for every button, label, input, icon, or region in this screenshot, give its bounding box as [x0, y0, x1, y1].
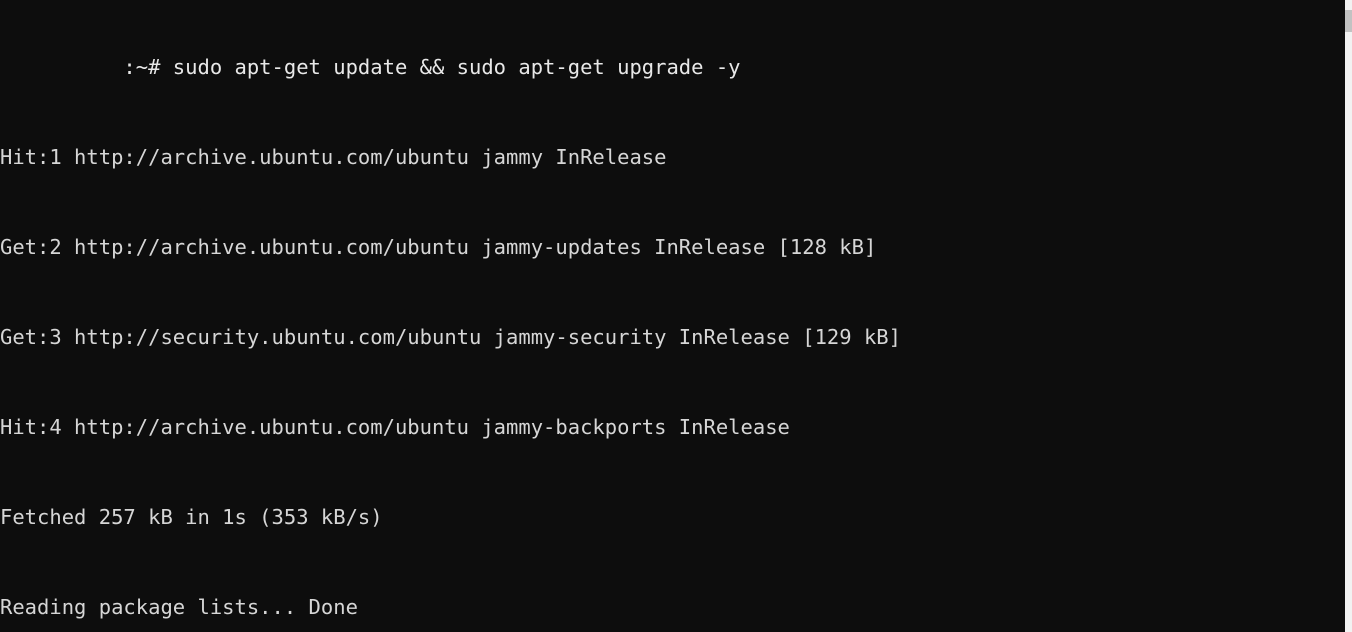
terminal-line-command: :~# sudo apt-get update && sudo apt-get …: [0, 55, 741, 79]
terminal-line: Fetched 257 kB in 1s (353 kB/s): [0, 505, 383, 529]
terminal-line: Reading package lists... Done: [0, 595, 358, 619]
terminal-scrollbar-thumb[interactable]: [1345, 10, 1352, 32]
terminal-line: Get:3 http://security.ubuntu.com/ubuntu …: [0, 325, 901, 349]
terminal-output[interactable]: :~# sudo apt-get update && sudo apt-get …: [0, 0, 1352, 632]
terminal-line: Hit:4 http://archive.ubuntu.com/ubuntu j…: [0, 415, 790, 439]
terminal-scrollbar-track[interactable]: [1345, 0, 1352, 632]
terminal-line: Get:2 http://archive.ubuntu.com/ubuntu j…: [0, 235, 877, 259]
terminal-line: Hit:1 http://archive.ubuntu.com/ubuntu j…: [0, 145, 667, 169]
terminal-window[interactable]: :~# sudo apt-get update && sudo apt-get …: [0, 0, 1352, 632]
